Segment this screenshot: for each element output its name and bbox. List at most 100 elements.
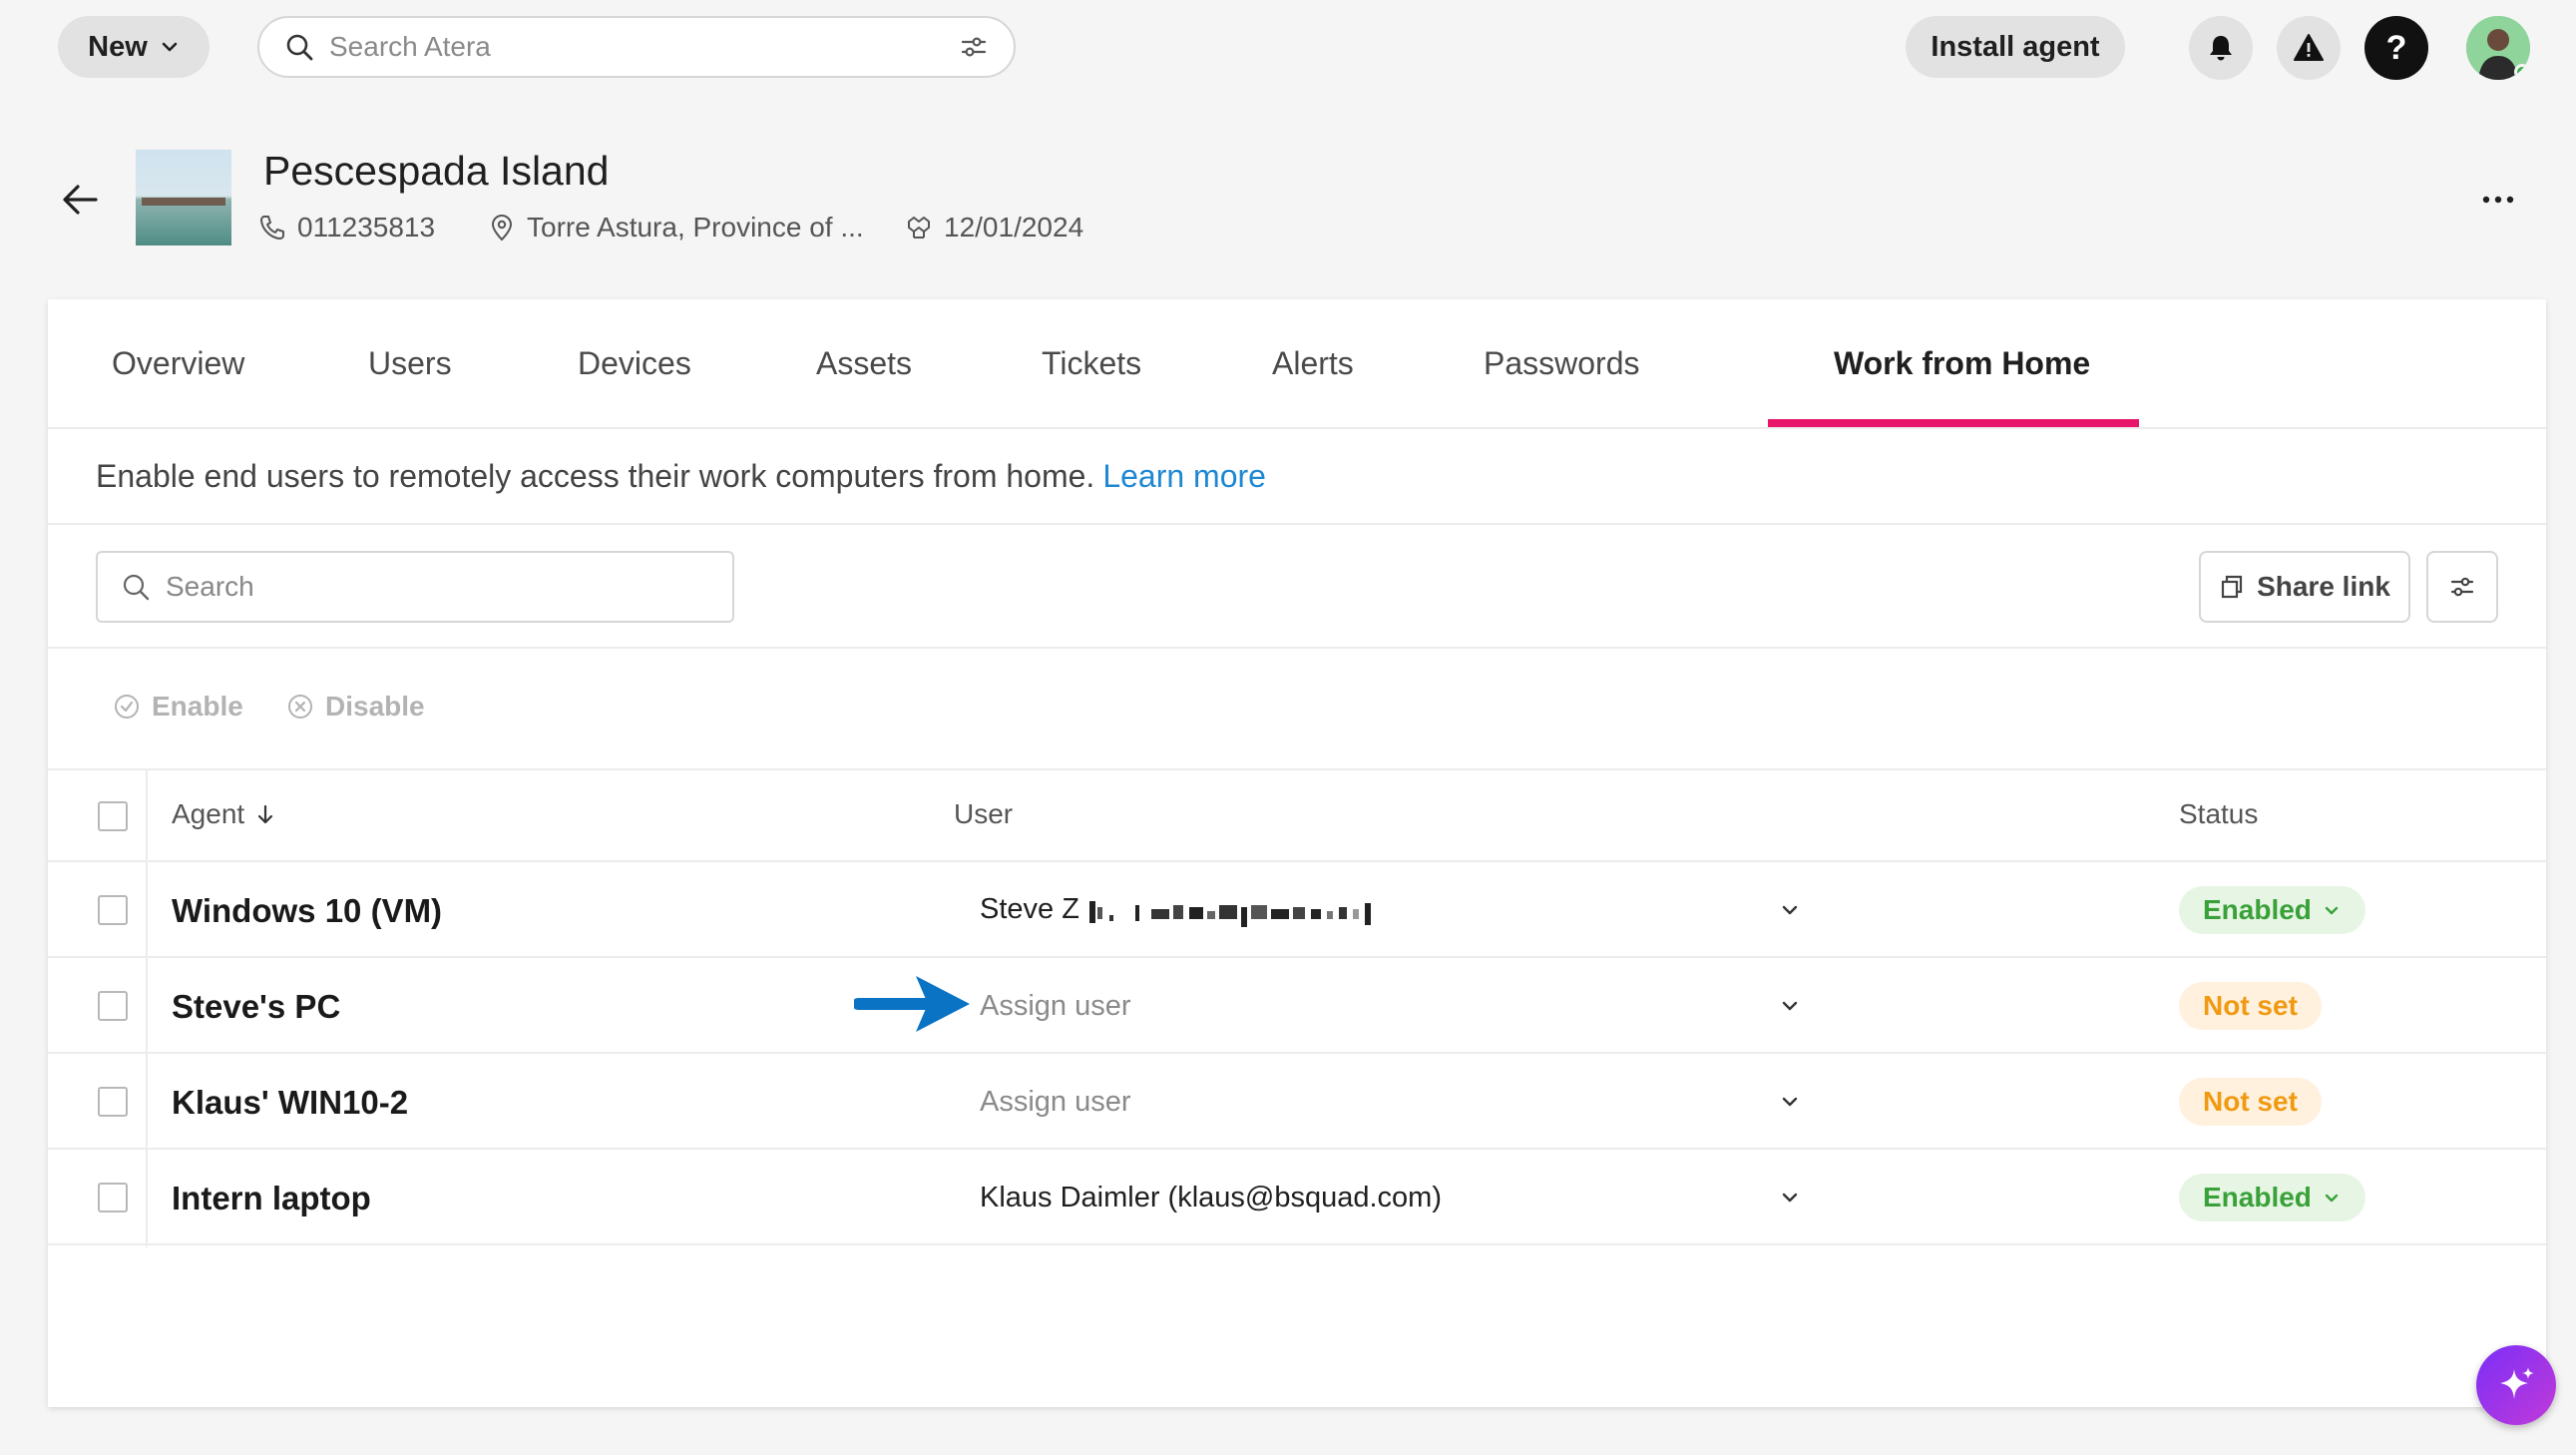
user-value: Klaus Daimler (klaus@bsquad.com) bbox=[980, 1181, 1442, 1213]
check-circle-icon bbox=[115, 695, 139, 719]
pointer-arrow-annotation bbox=[854, 976, 970, 1032]
status-label: Not set bbox=[2203, 990, 2298, 1021]
main-card: Overview Users Devices Assets Tickets Al… bbox=[48, 299, 2546, 1407]
status-badge[interactable]: Enabled bbox=[2179, 886, 2365, 934]
agent-name[interactable]: Steve's PC bbox=[172, 988, 340, 1026]
install-agent-button[interactable]: Install agent bbox=[1906, 16, 2125, 78]
location-pin-icon bbox=[491, 215, 513, 242]
active-tab-indicator bbox=[1768, 419, 2139, 427]
tab-assets[interactable]: Assets bbox=[816, 345, 912, 382]
warning-icon bbox=[2294, 34, 2324, 61]
info-banner: Enable end users to remotely access thei… bbox=[48, 429, 2546, 525]
customer-location-text: Torre Astura, Province of ... bbox=[527, 212, 864, 242]
back-arrow-icon[interactable] bbox=[58, 178, 102, 222]
enable-action[interactable]: Enable bbox=[112, 691, 243, 723]
sparkle-icon bbox=[2500, 1367, 2534, 1399]
search-icon bbox=[123, 574, 150, 601]
chevron-down-icon bbox=[1782, 905, 1798, 915]
more-options-icon[interactable] bbox=[2478, 180, 2518, 220]
customer-phone-text: 011235813 bbox=[297, 212, 436, 242]
chevron-down-icon bbox=[1782, 1097, 1798, 1107]
global-search-box[interactable] bbox=[257, 16, 1016, 78]
user-dropdown[interactable]: Klaus Daimler (klaus@bsquad.com) bbox=[980, 1164, 1802, 1231]
user-column-label: User bbox=[954, 798, 1014, 829]
tab-alerts[interactable]: Alerts bbox=[1272, 345, 1354, 382]
status-badge[interactable]: Not set bbox=[2179, 982, 2322, 1030]
agent-name[interactable]: Klaus' WIN10-2 bbox=[172, 1084, 408, 1122]
status-column-label: Status bbox=[2179, 798, 2259, 829]
table-row[interactable]: Steve's PC Assign user Not set bbox=[48, 958, 2546, 1054]
select-all-checkbox[interactable] bbox=[98, 801, 128, 831]
bell-icon bbox=[2210, 36, 2232, 61]
share-link-button[interactable]: Share link bbox=[2199, 551, 2410, 623]
agent-name[interactable]: Windows 10 (VM) bbox=[172, 892, 442, 930]
table-search-input[interactable] bbox=[166, 571, 710, 603]
table-row[interactable]: Klaus' WIN10-2 Assign user Not set bbox=[48, 1054, 2546, 1150]
global-search-input[interactable] bbox=[329, 31, 958, 63]
copy-icon bbox=[2221, 575, 2243, 599]
agent-column-header[interactable]: Agent bbox=[172, 798, 276, 830]
assign-user-placeholder: Assign user bbox=[980, 989, 1131, 1022]
tab-users[interactable]: Users bbox=[368, 345, 452, 382]
customer-created-date-text: 12/01/2024 bbox=[944, 212, 1084, 242]
user-column-header[interactable]: User bbox=[954, 798, 1013, 830]
share-link-label: Share link bbox=[2257, 571, 2390, 602]
search-icon bbox=[286, 34, 313, 61]
user-dropdown[interactable]: Assign user bbox=[980, 1068, 1802, 1136]
ai-assistant-button[interactable] bbox=[2476, 1345, 2556, 1425]
assign-user-placeholder: Assign user bbox=[980, 1085, 1131, 1118]
filter-sliders-icon bbox=[2450, 577, 2474, 597]
status-column-header[interactable]: Status bbox=[2179, 798, 2258, 830]
enable-action-label: Enable bbox=[152, 691, 243, 722]
table-row[interactable]: Intern laptop Klaus Daimler (klaus@bsqua… bbox=[48, 1150, 2546, 1245]
redacted-text bbox=[1088, 901, 1371, 928]
online-status-dot bbox=[2514, 64, 2530, 80]
thumbnail-island-strip bbox=[142, 198, 225, 206]
phone-icon bbox=[260, 216, 284, 240]
help-button[interactable]: ? bbox=[2364, 16, 2428, 80]
status-label: Enabled bbox=[2203, 1182, 2312, 1212]
column-filter-button[interactable] bbox=[2426, 551, 2498, 623]
notifications-button[interactable] bbox=[2189, 16, 2253, 80]
customer-created-date: 12/01/2024 bbox=[904, 212, 1083, 243]
status-badge[interactable]: Not set bbox=[2179, 1078, 2322, 1126]
tab-tickets[interactable]: Tickets bbox=[1042, 345, 1141, 382]
tab-overview[interactable]: Overview bbox=[112, 345, 244, 382]
table-row[interactable]: Windows 10 (VM) Steve Z Enabled bbox=[48, 862, 2546, 958]
filter-sliders-icon[interactable] bbox=[958, 31, 990, 63]
table-header: Agent User Status bbox=[48, 770, 2546, 862]
row-checkbox[interactable] bbox=[98, 1087, 128, 1117]
disable-action-label: Disable bbox=[325, 691, 425, 722]
user-dropdown[interactable]: Assign user bbox=[980, 972, 1802, 1040]
chevron-down-icon bbox=[1782, 1193, 1798, 1203]
customer-thumbnail bbox=[136, 150, 231, 245]
alerts-button[interactable] bbox=[2277, 16, 2341, 80]
chevron-down-icon bbox=[1782, 1001, 1798, 1011]
disable-action[interactable]: Disable bbox=[285, 691, 425, 723]
row-checkbox[interactable] bbox=[98, 1183, 128, 1212]
agent-column-label: Agent bbox=[172, 798, 245, 829]
tab-devices[interactable]: Devices bbox=[578, 345, 691, 382]
contract-icon bbox=[908, 217, 930, 239]
user-value-text: Steve Z bbox=[980, 892, 1079, 925]
sort-down-arrow-icon bbox=[258, 804, 273, 824]
user-avatar[interactable] bbox=[2466, 16, 2530, 80]
chevron-down-icon bbox=[2325, 1194, 2339, 1203]
status-label: Enabled bbox=[2203, 894, 2312, 925]
tab-work-from-home[interactable]: Work from Home bbox=[1834, 345, 2090, 382]
learn-more-link[interactable]: Learn more bbox=[1102, 458, 1266, 495]
agent-name[interactable]: Intern laptop bbox=[172, 1180, 371, 1217]
table-search-box[interactable] bbox=[96, 551, 734, 623]
tab-bar: Overview Users Devices Assets Tickets Al… bbox=[48, 299, 2546, 429]
new-button[interactable]: New bbox=[58, 16, 210, 78]
status-badge[interactable]: Enabled bbox=[2179, 1174, 2365, 1221]
user-dropdown[interactable]: Steve Z bbox=[980, 876, 1802, 944]
table-toolbar: Share link bbox=[48, 525, 2546, 649]
top-bar: New Install agent ? bbox=[0, 0, 2576, 95]
user-value: Steve Z bbox=[980, 892, 1415, 928]
tab-passwords[interactable]: Passwords bbox=[1484, 345, 1640, 382]
row-checkbox[interactable] bbox=[98, 895, 128, 925]
customer-location: Torre Astura, Province of ... bbox=[487, 212, 864, 243]
row-checkbox[interactable] bbox=[98, 991, 128, 1021]
customer-phone: 011235813 bbox=[257, 212, 435, 243]
